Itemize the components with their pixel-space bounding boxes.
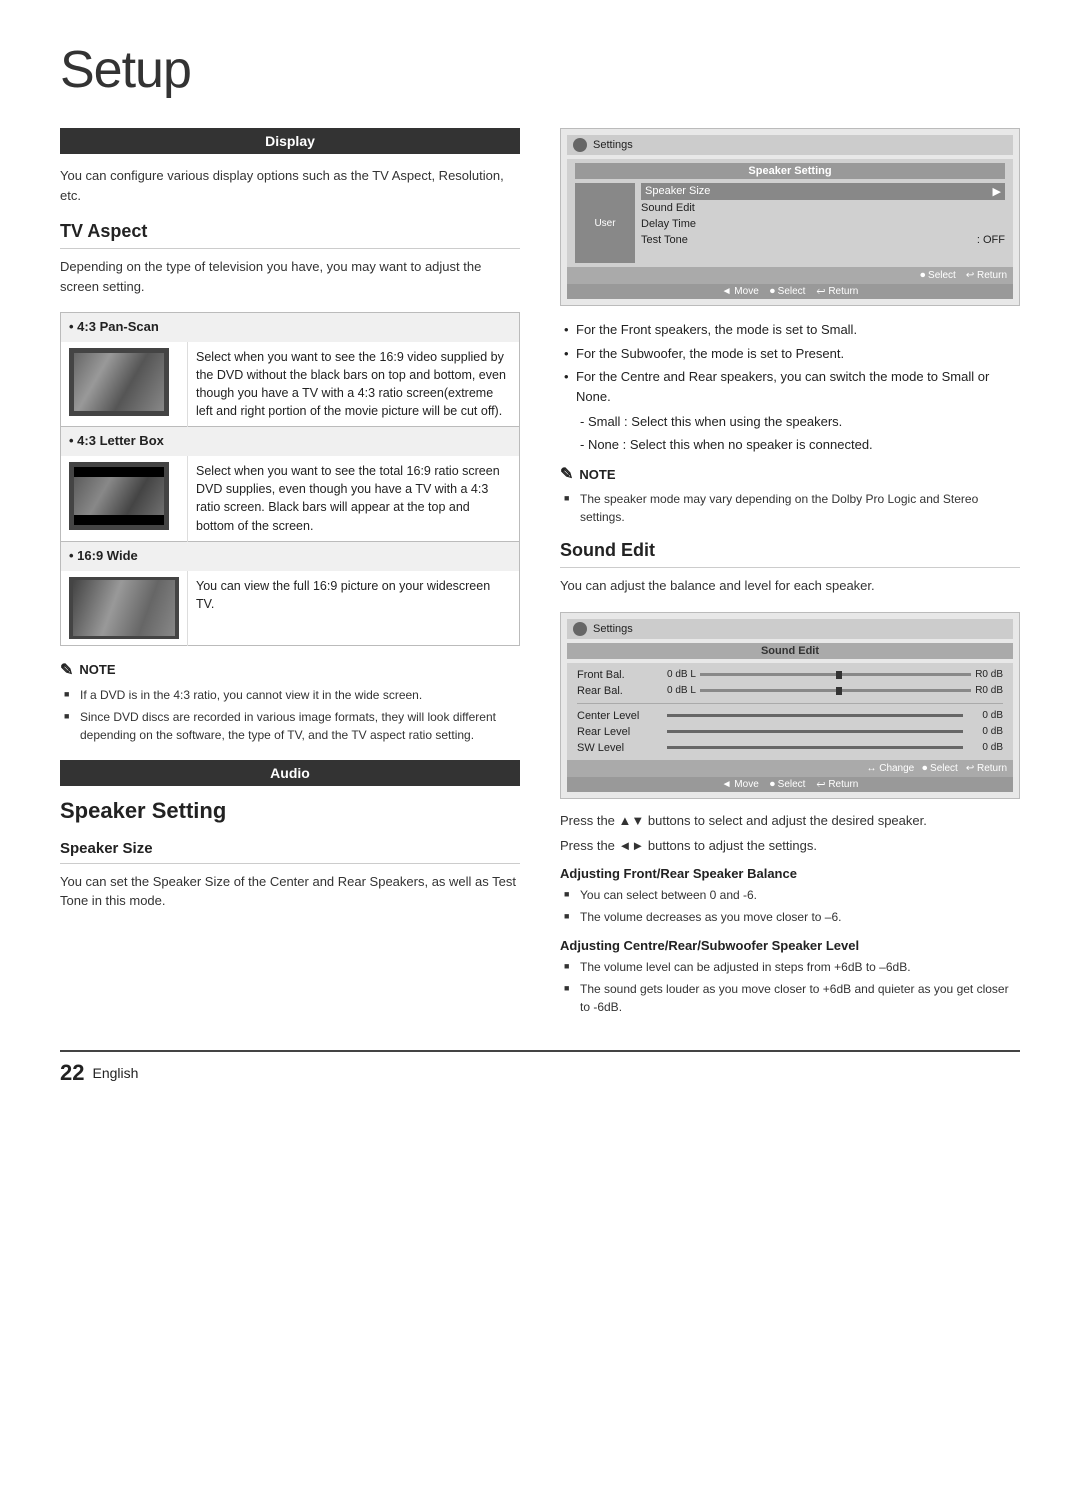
aspect-row-panscan-header: • 4:3 Pan-Scan [61, 313, 520, 342]
aspect-row-wide: You can view the full 16:9 picture on yo… [61, 571, 520, 646]
adj-centre-title: Adjusting Centre/Rear/Subwoofer Speaker … [560, 938, 1020, 953]
speaker-row-sound-edit: Sound Edit [641, 200, 1005, 216]
wide-desc: You can view the full 16:9 picture on yo… [188, 571, 520, 646]
none-label: - None : Select this when no speaker is … [560, 435, 1020, 455]
speaker-screen-nav: ◄ Move ⏺ Select ↩ Return [567, 284, 1013, 299]
sound-edit-title: Sound Edit [560, 540, 1020, 568]
adj-centre-item-1: The sound gets louder as you move closer… [560, 980, 1020, 1016]
speaker-settings-screen: Settings Speaker Setting User Speaker Si… [560, 128, 1020, 306]
page-title: Setup [60, 40, 1020, 100]
tv-aspect-intro: Depending on the type of television you … [60, 257, 520, 296]
aspect-row-wide-header: • 16:9 Wide [61, 541, 520, 570]
tv-note-title: NOTE [79, 662, 115, 677]
page-number: 22 [60, 1060, 84, 1086]
se-body: Front Bal. 0 dB L R0 dB Rear Bal. 0 dB L [567, 663, 1013, 760]
settings-logo [573, 138, 587, 152]
press-text-1: Press the ▲▼ buttons to select and adjus… [560, 811, 1020, 831]
speaker-note-icon: ✎ [560, 464, 573, 484]
speaker-bullets: For the Front speakers, the mode is set … [560, 320, 1020, 406]
se-inner-title: Sound Edit [567, 643, 1013, 659]
speaker-setting-title: Speaker Setting [60, 798, 520, 830]
speaker-screen-footer: ⏺ Select ↩ Return [567, 267, 1013, 284]
page-footer: 22 English [60, 1050, 1020, 1086]
adj-front-item-1: The volume decreases as you move closer … [560, 908, 1020, 926]
speaker-screen-title: Speaker Setting [575, 163, 1005, 179]
display-section-header: Display [60, 128, 520, 154]
speaker-note-title: NOTE [579, 467, 615, 482]
page-footer-label: English [92, 1065, 138, 1081]
wide-image [69, 577, 179, 639]
adj-centre-item-0: The volume level can be adjusted in step… [560, 958, 1020, 976]
sound-edit-screen: Settings Sound Edit Front Bal. 0 dB L R0… [560, 612, 1020, 799]
speaker-setting-section: Speaker Setting Speaker Size You can set… [60, 798, 520, 911]
adj-front-item-0: You can select between 0 and -6. [560, 886, 1020, 904]
speaker-row-test-tone: Test Tone : OFF [641, 232, 1005, 248]
tv-aspect-title: TV Aspect [60, 221, 520, 249]
se-row-front-bal: Front Bal. 0 dB L R0 dB [577, 667, 1003, 683]
se-logo [573, 622, 587, 636]
speaker-row-size: Speaker Size ▶ [641, 183, 1005, 200]
panscan-image [69, 348, 169, 416]
small-label: - Small : Select this when using the spe… [560, 412, 1020, 432]
se-nav: ◄ Move ⏺ Select ↩ Return [567, 777, 1013, 792]
tv-aspect-section: TV Aspect Depending on the type of telev… [60, 221, 520, 646]
note-icon: ✎ [60, 660, 73, 680]
speaker-size-title: Speaker Size [60, 840, 520, 864]
speaker-screen-user-label: User [594, 218, 615, 229]
se-row-sw-level: SW Level 0 dB [577, 740, 1003, 756]
speaker-size-intro: You can set the Speaker Size of the Cent… [60, 872, 520, 911]
tv-note: ✎ NOTE If a DVD is in the 4:3 ratio, you… [60, 660, 520, 744]
se-row-rear-level: Rear Level 0 dB [577, 724, 1003, 740]
speaker-bullet-2: For the Centre and Rear speakers, you ca… [560, 367, 1020, 406]
se-topbar: Settings [593, 623, 633, 635]
aspect-row-letterbox: Select when you want to see the total 16… [61, 456, 520, 541]
adj-front-title: Adjusting Front/Rear Speaker Balance [560, 866, 1020, 881]
speaker-bullet-1: For the Subwoofer, the mode is set to Pr… [560, 344, 1020, 364]
se-row-center-level: Center Level 0 dB [577, 708, 1003, 724]
speaker-row-delay-time: Delay Time [641, 216, 1005, 232]
aspect-row-panscan: Select when you want to see the 16:9 vid… [61, 342, 520, 427]
tv-note-item-1: Since DVD discs are recorded in various … [60, 708, 520, 744]
sound-edit-intro: You can adjust the balance and level for… [560, 576, 1020, 596]
se-row-rear-bal: Rear Bal. 0 dB L R0 dB [577, 683, 1003, 699]
speaker-screen-topbar: Settings [593, 139, 633, 151]
speaker-note: ✎ NOTE The speaker mode may vary dependi… [560, 464, 1020, 526]
aspect-row-letterbox-header: • 4:3 Letter Box [61, 427, 520, 456]
press-text-2: Press the ◄► buttons to adjust the setti… [560, 836, 1020, 856]
speaker-note-item-0: The speaker mode may vary depending on t… [560, 490, 1020, 526]
tv-note-item-0: If a DVD is in the 4:3 ratio, you cannot… [60, 686, 520, 704]
panscan-desc: Select when you want to see the 16:9 vid… [188, 342, 520, 427]
aspect-table: • 4:3 Pan-Scan Select when you want to s… [60, 312, 520, 646]
letterbox-image [69, 462, 169, 530]
letterbox-desc: Select when you want to see the total 16… [188, 456, 520, 541]
display-intro: You can configure various display option… [60, 166, 520, 205]
sound-edit-section: Sound Edit You can adjust the balance an… [560, 540, 1020, 1016]
audio-section-header: Audio [60, 760, 520, 786]
se-footer: ↔ Change ⏺ Select ↩ Return [567, 760, 1013, 777]
right-column: Settings Speaker Setting User Speaker Si… [560, 128, 1020, 1020]
speaker-bullet-0: For the Front speakers, the mode is set … [560, 320, 1020, 340]
left-column: Display You can configure various displa… [60, 128, 520, 1020]
